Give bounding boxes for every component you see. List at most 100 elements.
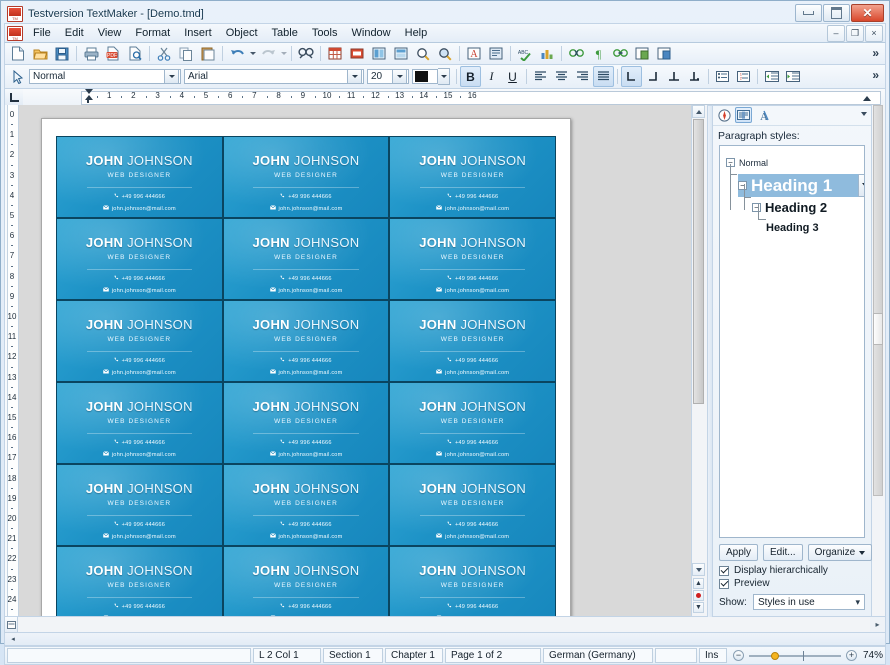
document-canvas[interactable]: JOHN JOHNSONWEB DESIGNER+49 996 444666jo… bbox=[19, 105, 691, 617]
business-card[interactable]: JOHN JOHNSONWEB DESIGNER+49 996 444666jo… bbox=[56, 382, 223, 464]
status-language[interactable]: German (Germany) bbox=[543, 648, 653, 663]
organize-dropdown-icon[interactable] bbox=[859, 551, 865, 555]
scroll-thumb[interactable] bbox=[693, 119, 704, 404]
preview-checkbox[interactable]: Preview bbox=[713, 577, 871, 590]
zoom-out-button[interactable]: − bbox=[733, 650, 744, 661]
decrease-indent-button[interactable] bbox=[761, 66, 782, 87]
paragraph-style-combo[interactable]: Normal bbox=[29, 69, 181, 84]
preview-checkbox-box[interactable] bbox=[719, 579, 729, 589]
vertical-ruler[interactable]: 0123456789101112131415161718192021222324 bbox=[4, 105, 19, 617]
business-card[interactable]: JOHN JOHNSONWEB DESIGNER+49 996 444666jo… bbox=[389, 136, 556, 218]
tab-decimal-button[interactable] bbox=[684, 66, 705, 87]
document-page[interactable]: JOHN JOHNSONWEB DESIGNER+49 996 444666jo… bbox=[41, 118, 571, 617]
insert-table-icon[interactable] bbox=[324, 43, 346, 64]
status-page[interactable]: Page 1 of 2 bbox=[445, 648, 541, 663]
business-card[interactable]: JOHN JOHNSONWEB DESIGNER+49 996 444666jo… bbox=[389, 218, 556, 300]
undo-icon[interactable] bbox=[226, 43, 248, 64]
insert-picture-icon[interactable] bbox=[368, 43, 390, 64]
italic-button[interactable]: I bbox=[481, 66, 502, 87]
status-overtype[interactable]: Ins bbox=[699, 648, 727, 663]
minimize-button[interactable] bbox=[795, 4, 822, 22]
select-pointer-icon[interactable] bbox=[7, 66, 29, 87]
maximize-button[interactable] bbox=[823, 4, 850, 22]
business-card[interactable]: JOHN JOHNSONWEB DESIGNER+49 996 444666jo… bbox=[223, 382, 390, 464]
previous-object-button[interactable]: ▲ bbox=[693, 578, 704, 589]
menu-item-format[interactable]: Format bbox=[128, 25, 177, 41]
underline-button[interactable]: U bbox=[502, 66, 523, 87]
redo-dropdown-icon[interactable] bbox=[279, 44, 288, 63]
menu-item-object[interactable]: Object bbox=[219, 25, 265, 41]
tab-center-button[interactable] bbox=[642, 66, 663, 87]
mdi-close-button[interactable]: × bbox=[865, 25, 883, 42]
paragraph-styles-list[interactable]: − Normal − Heading 1 − Heading 2 Heading… bbox=[719, 145, 865, 538]
font-color-dropdown-icon[interactable] bbox=[438, 68, 450, 85]
show-select[interactable]: Styles in use ▾ bbox=[753, 594, 865, 610]
tab-stop-left-icon[interactable] bbox=[4, 89, 23, 106]
heading-1-dropdown-icon[interactable] bbox=[858, 174, 865, 197]
display-hierarchically-checkbox[interactable]: Display hierarchically bbox=[713, 564, 871, 577]
insert-object-icon[interactable] bbox=[390, 43, 412, 64]
align-justify-button[interactable] bbox=[593, 66, 614, 87]
style-tree-item-heading-1[interactable]: − Heading 1 bbox=[738, 174, 865, 197]
toolbar-overflow-button[interactable]: » bbox=[872, 46, 879, 60]
business-card[interactable]: JOHN JOHNSONWEB DESIGNER+49 996 444666jo… bbox=[223, 300, 390, 382]
paragraph-format-icon[interactable] bbox=[485, 43, 507, 64]
horizontal-ruler[interactable]: 12345678910111213141516 bbox=[23, 89, 886, 106]
scroll-left-button[interactable]: ◂ bbox=[6, 634, 20, 644]
menu-item-file[interactable]: File bbox=[26, 25, 58, 41]
increase-indent-button[interactable] bbox=[782, 66, 803, 87]
print-preview-icon[interactable] bbox=[124, 43, 146, 64]
redo-icon[interactable] bbox=[257, 43, 279, 64]
find-icon[interactable] bbox=[295, 43, 317, 64]
expander-heading-2[interactable]: − bbox=[752, 203, 761, 212]
bold-button[interactable]: B bbox=[460, 66, 481, 87]
menu-item-view[interactable]: View bbox=[91, 25, 129, 41]
zoom-in-icon[interactable] bbox=[412, 43, 434, 64]
sidebar-scroll-thumb[interactable] bbox=[873, 313, 883, 345]
menu-item-tools[interactable]: Tools bbox=[305, 25, 345, 41]
sidebar-dropdown-icon[interactable] bbox=[861, 112, 867, 116]
align-center-button[interactable] bbox=[551, 66, 572, 87]
font-size-dropdown-icon[interactable] bbox=[392, 69, 407, 84]
business-card[interactable]: JOHN JOHNSONWEB DESIGNER+49 996 444666jo… bbox=[389, 464, 556, 546]
zoom-out-icon[interactable] bbox=[434, 43, 456, 64]
mail-merge-icon[interactable] bbox=[653, 43, 675, 64]
select-browse-object-button[interactable] bbox=[693, 590, 704, 601]
status-section[interactable]: Section 1 bbox=[323, 648, 383, 663]
character-styles-icon[interactable]: A bbox=[754, 107, 771, 123]
style-tree-item-heading-3[interactable]: Heading 3 bbox=[766, 218, 864, 239]
undo-dropdown-icon[interactable] bbox=[248, 44, 257, 63]
export-pdf-icon[interactable]: PDF bbox=[102, 43, 124, 64]
spellcheck-icon[interactable]: ABC bbox=[514, 43, 536, 64]
business-card[interactable]: JOHN JOHNSONWEB DESIGNER+49 996 444666jo… bbox=[223, 546, 390, 617]
expander-heading-1[interactable]: − bbox=[738, 181, 747, 190]
scroll-down-button[interactable] bbox=[692, 563, 705, 576]
formatbar-overflow-button[interactable]: » bbox=[872, 68, 879, 82]
edit-button[interactable]: Edit... bbox=[763, 544, 803, 561]
business-card[interactable]: JOHN JOHNSONWEB DESIGNER+49 996 444666jo… bbox=[56, 218, 223, 300]
align-right-button[interactable] bbox=[572, 66, 593, 87]
style-tree-item-normal[interactable]: − Normal bbox=[726, 152, 864, 173]
zoom-slider-track[interactable] bbox=[749, 655, 841, 657]
style-tree-item-heading-2[interactable]: − Heading 2 bbox=[752, 197, 864, 218]
business-card[interactable]: JOHN JOHNSONWEB DESIGNER+49 996 444666jo… bbox=[56, 464, 223, 546]
next-object-button[interactable]: ▼ bbox=[693, 602, 704, 613]
status-line-col[interactable]: L 2 Col 1 bbox=[253, 648, 321, 663]
print-icon[interactable] bbox=[80, 43, 102, 64]
menu-item-help[interactable]: Help bbox=[398, 25, 435, 41]
business-card[interactable]: JOHN JOHNSONWEB DESIGNER+49 996 444666jo… bbox=[56, 136, 223, 218]
tab-left-button[interactable] bbox=[621, 66, 642, 87]
statistics-icon[interactable] bbox=[536, 43, 558, 64]
font-family-dropdown-icon[interactable] bbox=[347, 69, 362, 84]
document-vertical-scrollbar[interactable]: ▲ ▼ bbox=[691, 105, 708, 617]
zoom-in-button[interactable]: + bbox=[846, 650, 857, 661]
business-card[interactable]: JOHN JOHNSONWEB DESIGNER+49 996 444666jo… bbox=[389, 300, 556, 382]
open-folder-icon[interactable] bbox=[29, 43, 51, 64]
align-left-button[interactable] bbox=[530, 66, 551, 87]
horizontal-scroll-right-button[interactable]: ▸ bbox=[870, 617, 886, 633]
menu-item-edit[interactable]: Edit bbox=[58, 25, 91, 41]
display-hierarchically-checkbox-box[interactable] bbox=[719, 566, 729, 576]
document-icon[interactable] bbox=[7, 26, 23, 41]
navigator-icon[interactable] bbox=[716, 107, 733, 123]
business-card[interactable]: JOHN JOHNSONWEB DESIGNER+49 996 444666jo… bbox=[389, 546, 556, 617]
